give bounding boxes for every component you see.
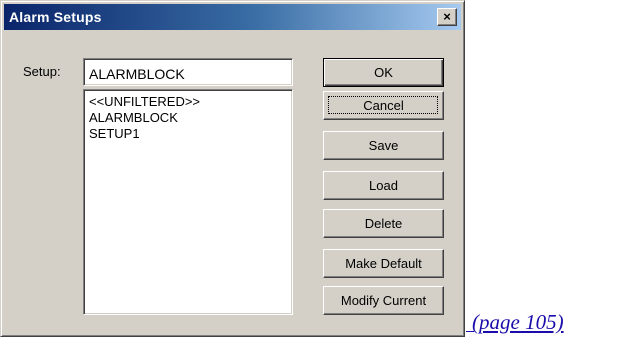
list-item-unfiltered[interactable]: <<UNFILTERED>> xyxy=(89,94,287,110)
list-item-alarmblock[interactable]: ALARMBLOCK xyxy=(89,110,287,126)
cancel-button[interactable]: Cancel xyxy=(323,91,444,120)
alarm-setups-dialog: Alarm Setups × Setup: <<UNFILTERED>> ALA… xyxy=(0,0,465,337)
close-icon: × xyxy=(443,9,451,24)
setup-label: Setup: xyxy=(23,64,61,79)
list-item-setup1[interactable]: SETUP1 xyxy=(89,126,287,142)
title-bar[interactable]: Alarm Setups × xyxy=(4,4,461,30)
save-button[interactable]: Save xyxy=(323,131,444,160)
page-reference-link[interactable]: (page 105) xyxy=(472,310,564,335)
setup-list[interactable]: <<UNFILTERED>> ALARMBLOCK SETUP1 xyxy=(83,89,293,315)
delete-button[interactable]: Delete xyxy=(323,209,444,238)
make-default-button[interactable]: Make Default xyxy=(323,249,444,278)
close-button[interactable]: × xyxy=(437,8,457,26)
setup-name-input[interactable] xyxy=(83,58,293,86)
window-title: Alarm Setups xyxy=(9,9,102,25)
load-button[interactable]: Load xyxy=(323,171,444,200)
ok-button[interactable]: OK xyxy=(323,58,444,87)
modify-current-button[interactable]: Modify Current xyxy=(323,286,444,315)
